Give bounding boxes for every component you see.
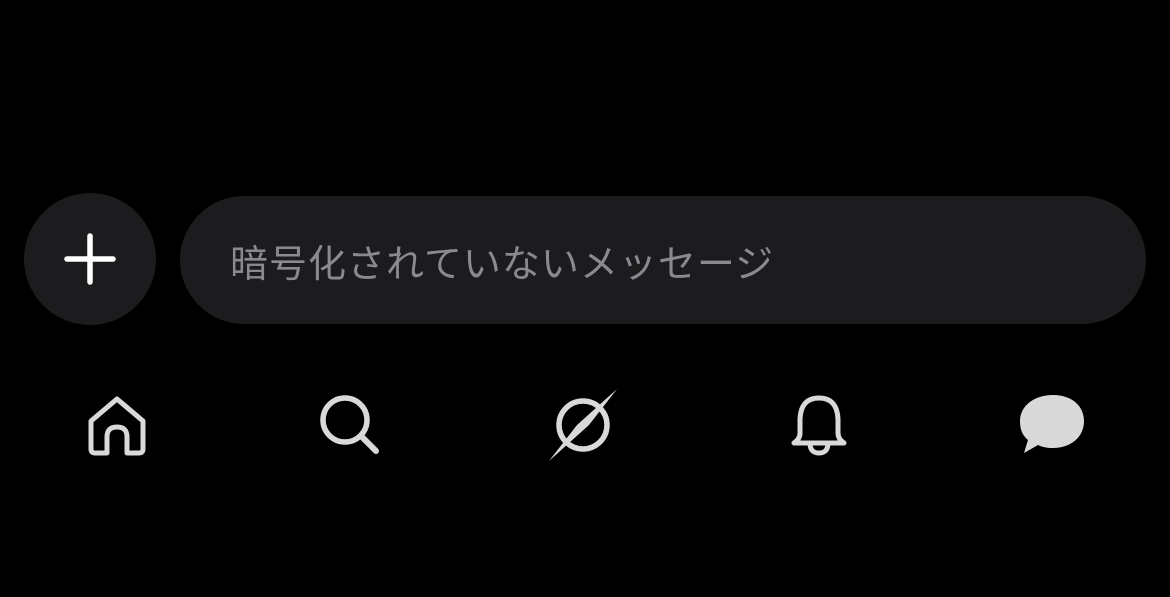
home-icon xyxy=(85,393,149,457)
bell-icon xyxy=(787,393,851,457)
message-composer: 暗号化されていないメッセージ xyxy=(0,193,1170,325)
tab-discover[interactable] xyxy=(528,370,638,480)
tab-messages[interactable] xyxy=(997,370,1107,480)
message-input[interactable]: 暗号化されていないメッセージ xyxy=(180,196,1146,324)
tab-search[interactable] xyxy=(295,370,405,480)
compass-icon xyxy=(543,385,623,465)
tab-notifications[interactable] xyxy=(764,370,874,480)
bottom-tab-bar xyxy=(0,370,1170,480)
search-icon xyxy=(318,393,382,457)
message-input-placeholder: 暗号化されていないメッセージ xyxy=(230,241,775,286)
plus-icon xyxy=(64,233,116,285)
add-button[interactable] xyxy=(24,193,156,325)
chat-bubble-icon xyxy=(1016,391,1088,459)
dm-screen: 暗号化されていないメッセージ xyxy=(0,0,1170,597)
tab-home[interactable] xyxy=(62,370,172,480)
